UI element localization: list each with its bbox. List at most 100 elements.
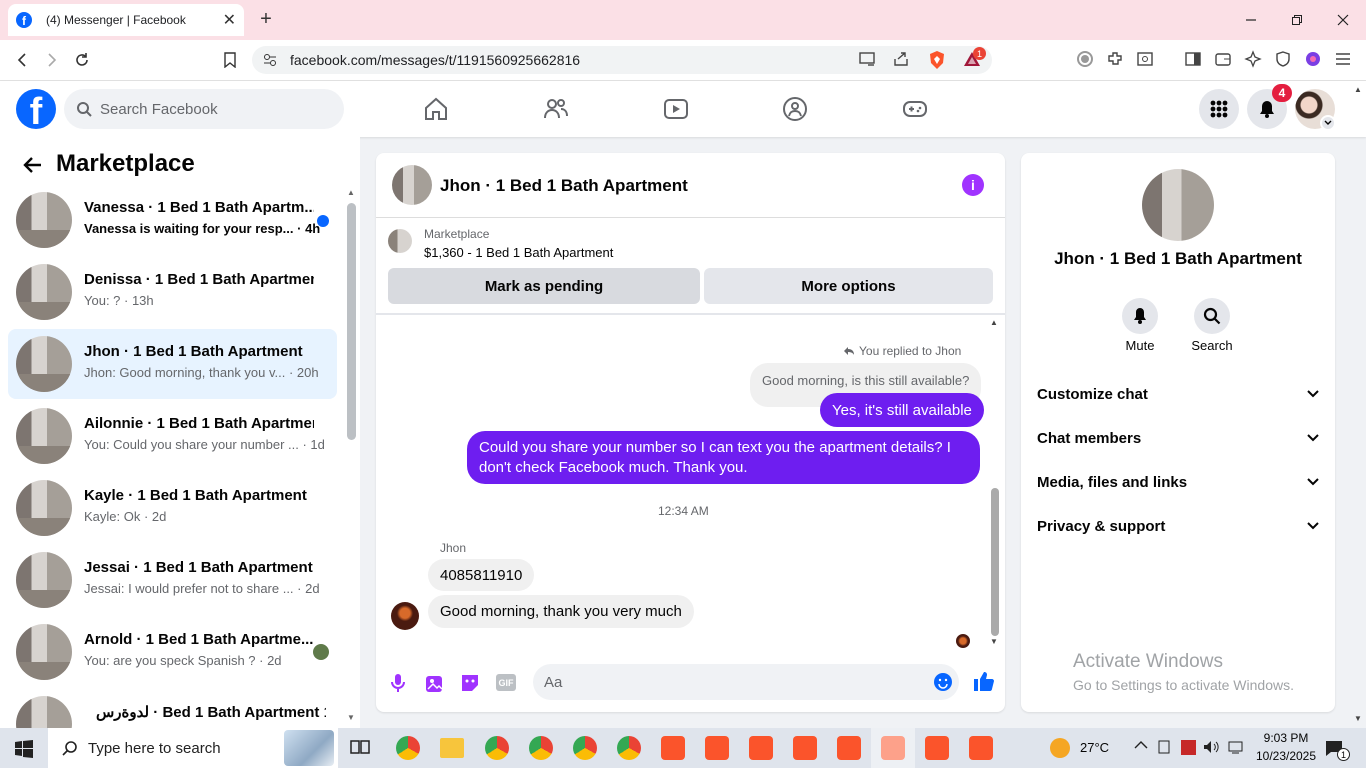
close-window-button[interactable]	[1333, 10, 1353, 30]
weather-sun-icon[interactable]	[1050, 738, 1070, 758]
chat-scrollbar[interactable]	[991, 488, 999, 636]
vpn-icon[interactable]	[1274, 50, 1294, 70]
extensions-icon[interactable]	[1106, 50, 1126, 70]
emoji-icon[interactable]	[933, 672, 953, 692]
tray-app-icon[interactable]	[1157, 740, 1171, 754]
scroll-up-arrow[interactable]: ▲	[347, 188, 355, 197]
chrome-profile-icon[interactable]	[617, 736, 641, 760]
browser-tab[interactable]: f (4) Messenger | Facebook ✕	[8, 4, 244, 36]
like-icon[interactable]	[972, 670, 994, 692]
conversation-item[interactable]: Ailonnie · 1 Bed 1 Bath Apartment You: C…	[8, 401, 337, 471]
profile-extension-icon[interactable]	[1304, 50, 1324, 70]
taskbar-search-input[interactable]: Type here to search	[48, 728, 338, 768]
brave-icon[interactable]	[749, 736, 773, 760]
chat-members-row[interactable]: Chat members	[1037, 426, 1319, 450]
facebook-logo[interactable]: f	[16, 89, 56, 129]
brave-icon[interactable]	[837, 736, 861, 760]
file-explorer-icon[interactable]	[440, 738, 464, 758]
mark-as-pending-button[interactable]: Mark as pending	[388, 268, 700, 304]
conversation-item[interactable]: Jessai · 1 Bed 1 Bath Apartment Jessai: …	[8, 545, 337, 615]
new-tab-button[interactable]: +	[256, 8, 276, 31]
info-avatar[interactable]	[1142, 169, 1214, 241]
sidebar-scrollbar[interactable]	[347, 203, 356, 440]
record-icon[interactable]	[1076, 50, 1096, 70]
menu-grid-button[interactable]	[1199, 89, 1239, 129]
video-icon[interactable]	[663, 96, 689, 122]
back-icon[interactable]	[12, 50, 32, 70]
menu-icon[interactable]	[1334, 50, 1354, 70]
account-chevron-icon[interactable]	[1320, 115, 1336, 131]
listing-price[interactable]: $1,360 - 1 Bed 1 Bath Apartment	[424, 245, 613, 260]
gallery-icon[interactable]	[425, 673, 445, 693]
conversation-item[interactable]: Kayle · 1 Bed 1 Bath Apartment Kayle: Ok…	[8, 473, 337, 543]
outgoing-message[interactable]: Yes, it's still available	[820, 393, 984, 427]
more-options-button[interactable]: More options	[704, 268, 993, 304]
chrome-profile-icon[interactable]	[485, 736, 509, 760]
chat-scroll-up[interactable]: ▲	[990, 318, 998, 327]
info-icon[interactable]: i	[962, 174, 984, 196]
share-icon[interactable]	[892, 50, 912, 70]
chrome-profile-icon[interactable]	[529, 736, 553, 760]
friends-icon[interactable]	[543, 96, 569, 122]
minimize-button[interactable]	[1241, 10, 1261, 30]
address-bar[interactable]: facebook.com/messages/t/1191560925662816	[252, 46, 992, 74]
outgoing-message[interactable]: Could you share your number so I can tex…	[467, 431, 980, 484]
restore-button[interactable]	[1287, 10, 1307, 30]
mute-button[interactable]	[1122, 298, 1158, 334]
chat-title[interactable]: Jhon · 1 Bed 1 Bath Apartment	[440, 176, 688, 196]
message-input[interactable]: Aa	[533, 664, 959, 700]
network-icon[interactable]	[1228, 740, 1246, 754]
site-info-icon[interactable]	[262, 52, 278, 68]
page-scroll-up[interactable]: ▲	[1354, 85, 1362, 94]
clock-time[interactable]: 9:03 PM	[1254, 731, 1318, 745]
gif-icon[interactable]: GIF	[496, 674, 516, 691]
reload-icon[interactable]	[72, 50, 92, 70]
home-icon[interactable]	[423, 96, 449, 122]
chrome-profile-icon[interactable]	[573, 736, 597, 760]
sidebar-icon[interactable]	[1184, 50, 1204, 70]
leo-ai-icon[interactable]	[1244, 50, 1264, 70]
conversation-item[interactable]: Denissa · 1 Bed 1 Bath Apartment You: ? …	[8, 257, 337, 327]
chrome-icon[interactable]	[396, 736, 420, 760]
incoming-message[interactable]: Good morning, thank you very much	[428, 595, 694, 628]
brave-shields-icon[interactable]	[928, 50, 948, 70]
incoming-message[interactable]: 4085811910	[428, 559, 535, 591]
brave-icon[interactable]	[925, 736, 949, 760]
tab-search-icon[interactable]	[1136, 50, 1156, 70]
brave-icon[interactable]	[969, 736, 993, 760]
customize-chat-row[interactable]: Customize chat	[1037, 382, 1319, 406]
windows-start-icon[interactable]	[15, 740, 33, 758]
weather-temp[interactable]: 27°C	[1080, 740, 1109, 755]
gaming-icon[interactable]	[902, 96, 928, 122]
wallet-icon[interactable]	[1214, 50, 1234, 70]
media-files-links-row[interactable]: Media, files and links	[1037, 470, 1319, 494]
clock-date[interactable]: 10/23/2025	[1252, 749, 1320, 763]
pdf-tray-icon[interactable]	[1181, 740, 1196, 755]
conversation-item[interactable]: Arnold · 1 Bed 1 Bath Apartme... You: ar…	[8, 617, 337, 687]
search-button[interactable]	[1194, 298, 1230, 334]
sticker-icon[interactable]	[460, 673, 480, 693]
scroll-down-arrow[interactable]: ▼	[347, 713, 355, 722]
conversation-item[interactable]: لدوةرس · Bed 1 Bath Apartment 1	[8, 689, 337, 728]
chat-avatar[interactable]	[392, 165, 432, 205]
facebook-search-input[interactable]: Search Facebook	[64, 89, 344, 129]
groups-icon[interactable]	[782, 96, 808, 122]
sender-avatar[interactable]	[391, 602, 419, 630]
conversation-item-active[interactable]: Jhon · 1 Bed 1 Bath Apartment Jhon: Good…	[8, 329, 337, 399]
forward-icon[interactable]	[42, 50, 62, 70]
brave-icon[interactable]	[705, 736, 729, 760]
close-tab-icon[interactable]: ✕	[223, 10, 236, 30]
bookmark-icon[interactable]	[220, 50, 240, 70]
chat-scroll-down[interactable]: ▼	[990, 637, 998, 646]
page-scroll-down[interactable]: ▼	[1354, 714, 1362, 723]
task-view-icon[interactable]	[350, 738, 370, 758]
microphone-icon[interactable]	[390, 673, 406, 693]
privacy-support-row[interactable]: Privacy & support	[1037, 514, 1319, 538]
back-arrow-icon[interactable]	[22, 155, 42, 175]
brave-icon[interactable]	[793, 736, 817, 760]
brave-icon[interactable]	[661, 736, 685, 760]
speaker-icon[interactable]	[1203, 740, 1221, 754]
tray-chevron-icon[interactable]	[1134, 740, 1148, 750]
cast-icon[interactable]	[858, 50, 878, 70]
conversation-item[interactable]: Vanessa · 1 Bed 1 Bath Apartm... Vanessa…	[8, 185, 337, 255]
